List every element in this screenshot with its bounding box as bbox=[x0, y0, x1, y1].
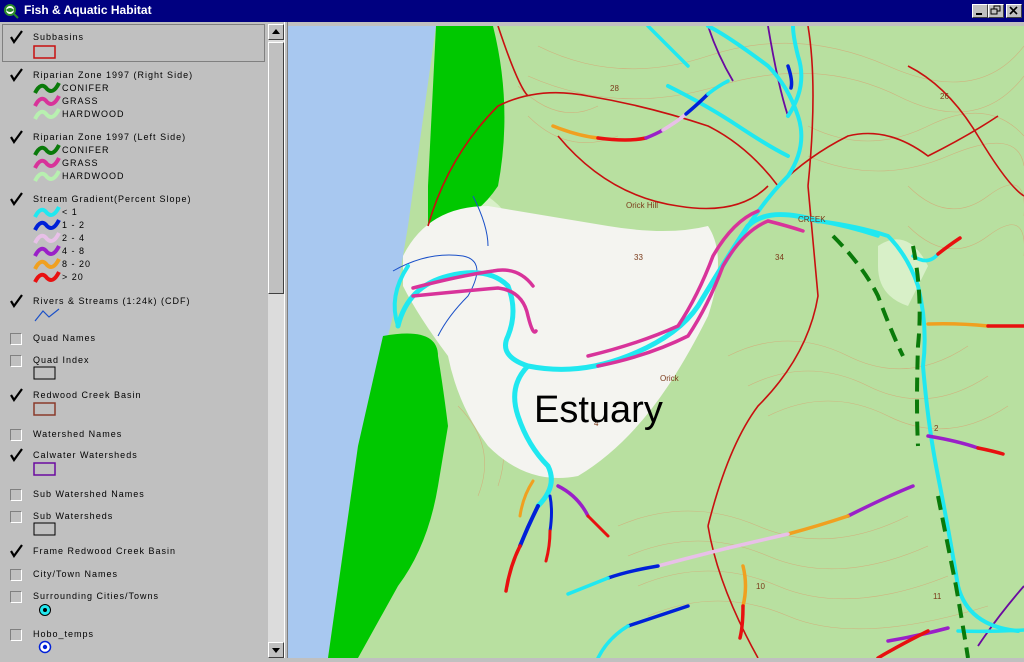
layer-name-sub-watershed-names[interactable]: Sub Watershed Names bbox=[33, 489, 145, 499]
quad-names-checkbox[interactable] bbox=[10, 333, 22, 345]
layer-name-stream-gradient[interactable]: Stream Gradient(Percent Slope) bbox=[33, 194, 192, 204]
restore-icon bbox=[990, 5, 1001, 15]
riparian-left-grass-symbol bbox=[33, 157, 61, 169]
riparian-right-checkbox[interactable] bbox=[9, 68, 23, 82]
layer-name-subbasins[interactable]: Subbasins bbox=[33, 32, 84, 42]
gradient-class-lt1: < 1 bbox=[62, 207, 78, 217]
section-label: 2 bbox=[934, 424, 939, 433]
arrow-down-icon bbox=[272, 648, 280, 653]
sub-watersheds-symbol bbox=[33, 522, 56, 536]
section-label: 33 bbox=[634, 253, 643, 262]
section-label: 28 bbox=[610, 84, 619, 93]
minimize-icon bbox=[976, 13, 982, 15]
calwater-watersheds-symbol bbox=[33, 462, 56, 476]
arrow-up-icon bbox=[272, 29, 280, 34]
riparian-left-hardwood-symbol bbox=[33, 170, 61, 182]
riparian-right-hardwood-symbol bbox=[33, 108, 61, 120]
scroll-up-button[interactable] bbox=[268, 24, 284, 40]
gradient-class-8-20: 8 - 20 bbox=[62, 259, 92, 269]
gradient-class-gt20: > 20 bbox=[62, 272, 84, 282]
layer-name-quad-index[interactable]: Quad Index bbox=[33, 355, 90, 365]
scroll-down-button[interactable] bbox=[268, 642, 284, 658]
map-canvas[interactable]: 28 26 33 34 10 11 2 4 Orick Orick Hill C… bbox=[288, 26, 1024, 658]
gradient-class-1-2: 1 - 2 bbox=[62, 220, 86, 230]
close-icon bbox=[1009, 6, 1018, 15]
frame-redwood-creek-basin-checkbox[interactable] bbox=[9, 544, 23, 558]
layer-name-redwood-creek-basin[interactable]: Redwood Creek Basin bbox=[33, 390, 142, 400]
layer-name-watershed-names[interactable]: Watershed Names bbox=[33, 429, 122, 439]
gradient-8-20-symbol bbox=[33, 258, 61, 270]
layer-name-city-town-names[interactable]: City/Town Names bbox=[33, 569, 118, 579]
layer-name-calwater-watersheds[interactable]: Calwater Watersheds bbox=[33, 450, 138, 460]
layer-name-frame-redwood-creek-basin[interactable]: Frame Redwood Creek Basin bbox=[33, 546, 176, 556]
quad-index-checkbox[interactable] bbox=[10, 355, 22, 367]
gradient-2-4-symbol bbox=[33, 232, 61, 244]
riparian-left-checkbox[interactable] bbox=[9, 130, 23, 144]
subbasins-checkbox[interactable] bbox=[9, 30, 23, 44]
creek-label: CREEK bbox=[798, 215, 826, 224]
gradient-class-4-8: 4 - 8 bbox=[62, 246, 86, 256]
gradient-lt1-symbol bbox=[33, 206, 61, 218]
sub-watershed-names-checkbox[interactable] bbox=[10, 489, 22, 501]
section-label: 26 bbox=[940, 92, 949, 101]
restore-button[interactable] bbox=[988, 4, 1004, 18]
quad-index-symbol bbox=[33, 366, 56, 380]
legend-scrollbar[interactable] bbox=[268, 24, 284, 658]
hobo-point-icon bbox=[38, 640, 52, 654]
riparian-right-class-grass: GRASS bbox=[62, 96, 99, 106]
scroll-thumb[interactable] bbox=[268, 42, 284, 294]
layer-name-riparian-right[interactable]: Riparian Zone 1997 (Right Side) bbox=[33, 70, 193, 80]
gradient-class-2-4: 2 - 4 bbox=[62, 233, 86, 243]
subbasins-symbol bbox=[33, 45, 56, 59]
layer-name-quad-names[interactable]: Quad Names bbox=[33, 333, 96, 343]
town-label: Orick Hill bbox=[626, 201, 658, 210]
city-point-icon bbox=[39, 604, 51, 616]
title-bar: Fish & Aquatic Habitat bbox=[0, 0, 1024, 22]
map-view[interactable]: 28 26 33 34 10 11 2 4 Orick Orick Hill C… bbox=[288, 26, 1024, 658]
riparian-left-class-grass: GRASS bbox=[62, 158, 99, 168]
riparian-right-class-conifer: CONIFER bbox=[62, 83, 110, 93]
hobo-temps-checkbox[interactable] bbox=[10, 629, 22, 641]
minimize-button[interactable] bbox=[972, 4, 988, 18]
redwood-creek-basin-symbol bbox=[33, 402, 56, 416]
calwater-watersheds-checkbox[interactable] bbox=[9, 448, 23, 462]
layer-name-surrounding-cities[interactable]: Surrounding Cities/Towns bbox=[33, 591, 159, 601]
stream-gradient-checkbox[interactable] bbox=[9, 192, 23, 206]
redwood-creek-basin-checkbox[interactable] bbox=[9, 388, 23, 402]
rivers-streams-symbol bbox=[34, 308, 60, 322]
app-globe-icon bbox=[4, 4, 19, 19]
layer-name-sub-watersheds[interactable]: Sub Watersheds bbox=[33, 511, 113, 521]
estuary-label: Estuary bbox=[534, 389, 663, 431]
gradient-gt20-symbol bbox=[33, 271, 61, 283]
window-title: Fish & Aquatic Habitat bbox=[24, 3, 152, 17]
town-label: Orick bbox=[660, 374, 680, 383]
table-of-contents: Subbasins Riparian Zone 1997 (Right Side… bbox=[0, 22, 268, 658]
sub-watersheds-checkbox[interactable] bbox=[10, 511, 22, 523]
layer-name-hobo-temps[interactable]: Hobo_temps bbox=[33, 629, 94, 639]
section-label: 34 bbox=[775, 253, 784, 262]
riparian-left-class-conifer: CONIFER bbox=[62, 145, 110, 155]
section-label: 10 bbox=[756, 582, 765, 591]
gradient-1-2-symbol bbox=[33, 219, 61, 231]
section-label: 11 bbox=[933, 592, 942, 601]
surrounding-cities-checkbox[interactable] bbox=[10, 591, 22, 603]
close-button[interactable] bbox=[1006, 4, 1022, 18]
riparian-right-conifer-symbol bbox=[33, 82, 61, 94]
layer-name-rivers-streams[interactable]: Rivers & Streams (1:24k) (CDF) bbox=[33, 296, 191, 306]
riparian-right-class-hardwood: HARDWOOD bbox=[62, 109, 125, 119]
layer-name-riparian-left[interactable]: Riparian Zone 1997 (Left Side) bbox=[33, 132, 186, 142]
city-town-names-checkbox[interactable] bbox=[10, 569, 22, 581]
gradient-4-8-symbol bbox=[33, 245, 61, 257]
riparian-left-conifer-symbol bbox=[33, 144, 61, 156]
riparian-right-grass-symbol bbox=[33, 95, 61, 107]
rivers-streams-checkbox[interactable] bbox=[9, 294, 23, 308]
watershed-names-checkbox[interactable] bbox=[10, 429, 22, 441]
riparian-left-class-hardwood: HARDWOOD bbox=[62, 171, 125, 181]
